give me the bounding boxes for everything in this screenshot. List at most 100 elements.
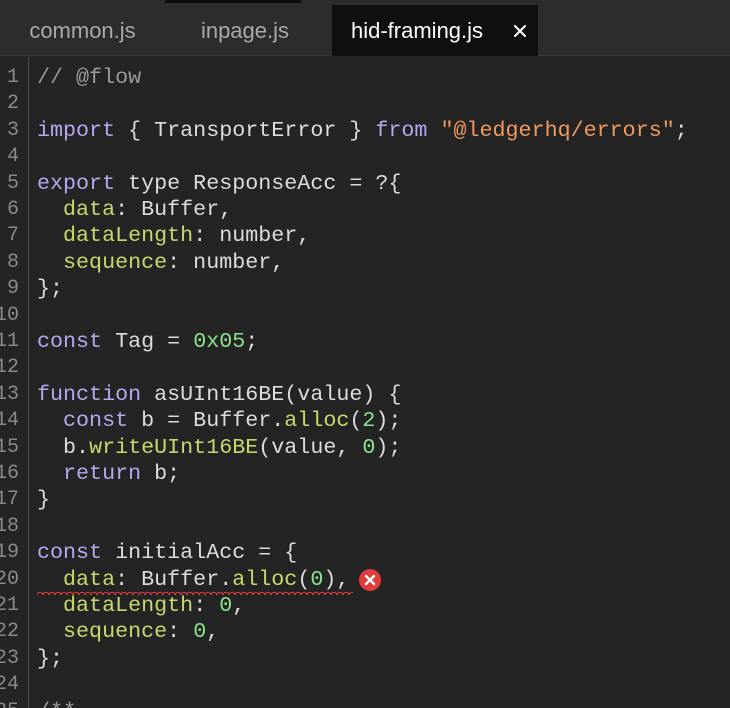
token-keyword: export xyxy=(37,170,116,196)
token-number: 0 xyxy=(219,593,233,618)
code-line: 18 xyxy=(0,514,730,540)
code-text: } xyxy=(37,487,50,513)
token-number: 2 xyxy=(362,408,376,434)
error-icon[interactable] xyxy=(358,568,382,592)
token-plain: }; xyxy=(37,645,64,671)
tab-label: inpage.js xyxy=(200,17,290,43)
line-number: 3 xyxy=(6,118,19,142)
token-plain: : number, xyxy=(167,249,285,275)
token-plain: : xyxy=(167,619,194,645)
code-line: 5 export type ResponseAcc = ?{ xyxy=(0,171,730,197)
code-line: 14 const b = Buffer.alloc(2); xyxy=(0,408,730,434)
code-line: 3 import { TransportError } from "@ledger… xyxy=(0,118,730,144)
token-plain: : number, xyxy=(193,223,311,249)
token-keyword: function xyxy=(37,381,142,407)
code-editor[interactable]: 1// @flow 2 3 import { TransportError } fro… xyxy=(0,57,730,708)
tab-label: hid-framing.js xyxy=(351,17,484,43)
token-number: 0x05 xyxy=(193,329,246,354)
tab-bar: common.js inpage.js hid-framing.js xyxy=(0,0,730,56)
token-plain: }; xyxy=(37,276,64,302)
token-property: sequence xyxy=(63,249,168,275)
code-text: const b = Buffer.alloc(2); xyxy=(37,408,401,434)
code-line: 2 xyxy=(0,91,730,117)
token-keyword: return xyxy=(63,461,142,486)
token-plain: ); xyxy=(375,408,402,434)
code-text: b.writeUInt16BE(value, 0); xyxy=(37,435,401,461)
token-plain: { TransportError } xyxy=(115,117,376,143)
line-number: 4 xyxy=(6,145,19,169)
code-text: const Tag = 0x05; xyxy=(37,329,258,355)
token-plain: , xyxy=(206,619,220,645)
token-number: 0 xyxy=(362,434,376,460)
token-method: alloc xyxy=(284,408,350,434)
token-keyword: const xyxy=(63,408,129,434)
token-method: alloc xyxy=(232,566,298,592)
line-number: 20 xyxy=(0,567,19,591)
code-text: dataLength: 0, xyxy=(37,593,245,619)
token-plain: asUInt16BE(value) { xyxy=(141,381,402,407)
code-line: 22 sequence: 0, xyxy=(0,619,730,645)
token-property: data xyxy=(63,197,116,222)
token-keyword: const xyxy=(37,329,103,354)
line-number: 6 xyxy=(6,198,19,221)
line-number: 21 xyxy=(0,594,19,617)
code-text: function asUInt16BE(value) { xyxy=(37,382,401,408)
token-comment: /** xyxy=(37,699,76,708)
line-number: 23 xyxy=(0,646,19,670)
token-plain: ( xyxy=(349,408,363,434)
token-property: dataLength xyxy=(63,593,194,618)
token-plain: Tag = xyxy=(102,329,194,354)
line-number: 7 xyxy=(6,224,19,248)
code-line: 11 const Tag = 0x05; xyxy=(0,329,730,355)
code-line: 7 dataLength: number, xyxy=(0,223,730,249)
code-line: 15 b.writeUInt16BE(value, 0); xyxy=(0,435,730,461)
code-text: /** xyxy=(37,699,76,708)
code-text: import { TransportError } from "@ledgerh… xyxy=(37,118,688,144)
token-plain: initialAcc = { xyxy=(102,540,298,566)
code-line: 16 return b; xyxy=(0,461,730,487)
code-line: 1 // @flow xyxy=(0,65,730,91)
code-line: 21 dataLength: 0, xyxy=(0,593,730,619)
token-comment: // @flow xyxy=(37,65,142,90)
code-line: 13 function asUInt16BE(value) { xyxy=(0,382,730,408)
token-plain: (value, xyxy=(258,434,363,460)
line-number: 15 xyxy=(0,435,19,459)
line-number: 24 xyxy=(0,673,19,697)
code-line: 6 data: Buffer, xyxy=(0,197,730,223)
tab-label: common.js xyxy=(29,17,136,43)
token-plain: ( xyxy=(297,566,311,592)
code-line: 23}; xyxy=(0,646,730,672)
token-plain: b; xyxy=(141,461,181,486)
line-number: 1 xyxy=(6,66,19,89)
tab-hid-framing-js[interactable]: hid-framing.js xyxy=(332,5,538,56)
close-icon[interactable] xyxy=(512,23,528,39)
code-text: }; xyxy=(37,646,63,672)
token-plain: ; xyxy=(674,117,688,143)
token-plain: b = Buffer. xyxy=(128,408,285,434)
line-number: 12 xyxy=(0,356,19,380)
token-plain: ); xyxy=(375,434,402,460)
line-number: 2 xyxy=(6,92,19,116)
code-text: export type ResponseAcc = ?{ xyxy=(37,171,401,197)
tab-common-js[interactable]: common.js xyxy=(0,5,165,56)
code-line: 24 xyxy=(0,672,730,698)
token-keyword: const xyxy=(37,540,103,566)
code-line: 4 xyxy=(0,144,730,170)
code-text: data: Buffer, xyxy=(37,197,232,223)
code-line: 10 xyxy=(0,303,730,329)
token-plain: , xyxy=(232,593,246,618)
line-number: 17 xyxy=(0,488,19,512)
line-number: 8 xyxy=(6,250,19,274)
code-line: 20 data: Buffer.alloc(0), xyxy=(0,566,730,595)
line-number: 14 xyxy=(0,409,19,433)
token-plain: ; xyxy=(245,329,259,354)
tab-inpage-js[interactable]: inpage.js xyxy=(165,5,325,56)
code-text: const initialAcc = { xyxy=(37,540,297,566)
tab-bar-accent xyxy=(165,0,301,3)
code-line: 12 xyxy=(0,355,730,381)
line-number: 22 xyxy=(0,620,19,644)
